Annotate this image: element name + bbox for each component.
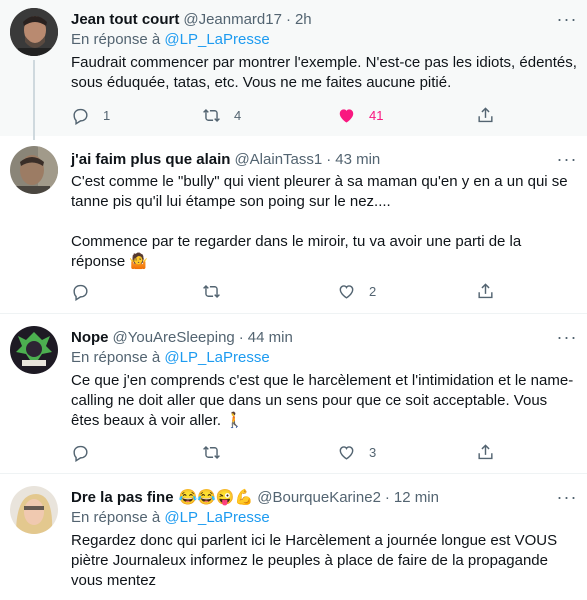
share-icon (478, 106, 493, 122)
heart-icon (339, 445, 354, 460)
tweet-text: Ce que j'en comprends c'est que le harcè… (71, 372, 574, 429)
like-count: 41 (369, 107, 384, 123)
retweet-icon (203, 284, 220, 298)
like-button[interactable]: 41 (337, 105, 383, 125)
author-name[interactable]: j'ai faim plus que alain (71, 151, 230, 168)
thread-line (33, 60, 35, 140)
avatar[interactable] (10, 326, 58, 374)
share-icon (478, 282, 493, 298)
tweet-feed: Jean tout court @Jeanmard17 · 2h ··· En … (0, 0, 587, 600)
timestamp[interactable]: 43 min (335, 151, 380, 168)
retweet-icon (203, 445, 220, 459)
like-button[interactable]: 3 (337, 442, 376, 462)
more-options-icon[interactable]: ··· (557, 487, 577, 507)
more-options-icon[interactable]: ··· (557, 9, 577, 29)
reply-context: En réponse à @LP_LaPresse (71, 349, 270, 366)
timestamp[interactable]: 44 min (248, 329, 293, 346)
reply-to-link[interactable]: @LP_LaPresse (164, 349, 269, 366)
reply-context: En réponse à @LP_LaPresse (71, 31, 270, 48)
reply-icon (73, 108, 88, 125)
author-name[interactable]: Dre la pas fine (71, 489, 174, 506)
reply-button[interactable] (71, 442, 103, 462)
reply-count: 1 (103, 107, 111, 123)
reply-icon (73, 445, 88, 462)
tweet[interactable]: j'ai faim plus que alain @AlainTass1 · 4… (0, 136, 587, 314)
heart-icon (339, 284, 354, 299)
retweet-button[interactable] (202, 442, 234, 462)
avatar[interactable] (10, 146, 58, 194)
retweet-count: 4 (234, 107, 242, 123)
tweet[interactable]: Nope @YouAreSleeping · 44 min ··· En rép… (0, 314, 587, 474)
tweet[interactable]: Jean tout court @Jeanmard17 · 2h ··· En … (0, 0, 587, 140)
share-button[interactable] (476, 105, 495, 125)
retweet-button[interactable]: 4 (202, 105, 241, 125)
tweet-text: C'est comme le "bully" qui vient pleurer… (71, 173, 568, 270)
separator-dot: · (384, 488, 390, 506)
author-handle[interactable]: @YouAreSleeping (113, 329, 235, 346)
separator-dot: · (285, 10, 291, 28)
author-handle[interactable]: @Jeanmard17 (183, 11, 282, 28)
reply-icon (73, 284, 88, 301)
share-icon (478, 443, 493, 459)
more-options-icon[interactable]: ··· (557, 149, 577, 169)
like-button[interactable]: 2 (337, 281, 376, 301)
avatar[interactable] (10, 8, 58, 56)
avatar[interactable] (10, 486, 58, 534)
separator-dot: · (326, 150, 332, 168)
tweet-text: Regardez donc qui parlent ici le Harcèle… (71, 532, 562, 589)
timestamp[interactable]: 2h (295, 11, 312, 28)
reply-button[interactable]: 1 (71, 105, 110, 125)
reply-to-link[interactable]: @LP_LaPresse (164, 31, 269, 48)
reply-button[interactable] (71, 281, 103, 301)
tweet-text: Faudrait commencer par montrer l'exemple… (71, 54, 582, 91)
like-count: 3 (369, 444, 377, 460)
share-button[interactable] (476, 281, 495, 301)
tweet[interactable]: Dre la pas fine 😂😂😜💪 @BourqueKarine2 · 1… (0, 474, 587, 600)
share-button[interactable] (476, 442, 495, 462)
timestamp[interactable]: 12 min (394, 489, 439, 506)
retweet-button[interactable] (202, 281, 234, 301)
name-emojis: 😂😂😜💪 (178, 489, 254, 506)
more-options-icon[interactable]: ··· (557, 327, 577, 347)
separator-dot: · (238, 328, 244, 346)
author-handle[interactable]: @BourqueKarine2 (257, 489, 381, 506)
author-name[interactable]: Jean tout court (71, 11, 179, 28)
author-name[interactable]: Nope (71, 329, 109, 346)
like-count: 2 (369, 283, 377, 299)
heart-filled-icon (339, 108, 354, 123)
author-handle[interactable]: @AlainTass1 (234, 151, 322, 168)
reply-to-link[interactable]: @LP_LaPresse (164, 509, 269, 526)
retweet-icon (203, 108, 220, 122)
reply-context: En réponse à @LP_LaPresse (71, 509, 270, 526)
